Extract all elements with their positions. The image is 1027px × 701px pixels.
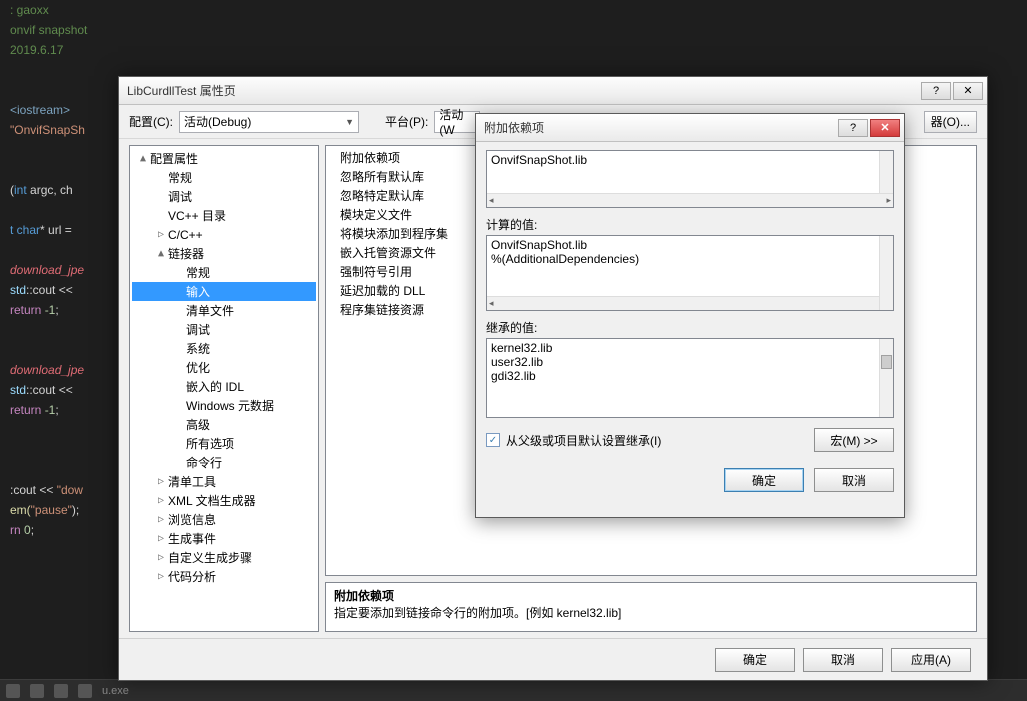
desc-body: 指定要添加到链接命令行的附加项。[例如 kernel32.lib] (334, 604, 968, 621)
inherited-values-list: kernel32.lib user32.lib gdi32.lib (486, 338, 894, 418)
scrollbar-vertical[interactable] (879, 151, 893, 193)
close-button[interactable]: ✕ (870, 119, 900, 137)
tree-linker-manifest[interactable]: 清单文件 (132, 301, 316, 320)
tree-linker-opt[interactable]: 优化 (132, 358, 316, 377)
config-dropdown[interactable]: 活动(Debug)▼ (179, 111, 359, 133)
tree-linker-idl[interactable]: 嵌入的 IDL (132, 377, 316, 396)
tree-linker-debug[interactable]: 调试 (132, 320, 316, 339)
scrollbar-horizontal[interactable] (487, 193, 893, 207)
tree-linker[interactable]: ▲链接器 (132, 244, 316, 263)
tree-general[interactable]: 常规 (132, 168, 316, 187)
tree-linker-system[interactable]: 系统 (132, 339, 316, 358)
config-manager-button[interactable]: 器(O)... (924, 111, 977, 133)
tree-linker-winmd[interactable]: Windows 元数据 (132, 396, 316, 415)
cancel-button[interactable]: 取消 (803, 648, 883, 672)
description-box: 附加依赖项 指定要添加到链接命令行的附加项。[例如 kernel32.lib] (325, 582, 977, 632)
tree-manifest-tool[interactable]: ▷清单工具 (132, 472, 316, 491)
inherit-checkbox[interactable]: ✓ (486, 433, 500, 447)
inherit-label: 从父级或项目默认设置继承(I) (506, 432, 661, 449)
status-icon (54, 684, 68, 698)
tree-linker-adv[interactable]: 高级 (132, 415, 316, 434)
tree-build[interactable]: ▷生成事件 (132, 529, 316, 548)
status-bar: u.exe (0, 679, 1027, 701)
tree-ccpp[interactable]: ▷C/C++ (132, 225, 316, 244)
platform-label: 平台(P): (385, 113, 428, 130)
calculated-values-list: OnvifSnapShot.lib %(AdditionalDependenci… (486, 235, 894, 311)
tree-custom[interactable]: ▷自定义生成步骤 (132, 548, 316, 567)
macros-button[interactable]: 宏(M) >> (814, 428, 894, 452)
calc-label: 计算的值: (486, 216, 894, 233)
additional-deps-dialog: 附加依赖项 ? ✕ OnvifSnapShot.lib 计算的值: OnvifS… (475, 113, 905, 518)
titlebar[interactable]: 附加依赖项 ? ✕ (476, 114, 904, 142)
ok-button[interactable]: 确定 (724, 468, 804, 492)
list-item: OnvifSnapShot.lib (491, 238, 889, 252)
status-icon (6, 684, 20, 698)
dialog-title: 附加依赖项 (484, 119, 838, 136)
status-text: u.exe (102, 685, 129, 697)
inherited-label: 继承的值: (486, 319, 894, 336)
tree-linker-cmd[interactable]: 命令行 (132, 453, 316, 472)
list-item: %(AdditionalDependencies) (491, 252, 889, 266)
help-button[interactable]: ? (838, 119, 868, 137)
list-item: kernel32.lib (491, 341, 889, 355)
ok-button[interactable]: 确定 (715, 648, 795, 672)
desc-title: 附加依赖项 (334, 587, 968, 604)
tree-code-analysis[interactable]: ▷代码分析 (132, 567, 316, 586)
tree-xml[interactable]: ▷XML 文档生成器 (132, 491, 316, 510)
tree-linker-general[interactable]: 常规 (132, 263, 316, 282)
apply-button[interactable]: 应用(A) (891, 648, 971, 672)
scrollbar-vertical[interactable] (879, 339, 893, 417)
status-icon (78, 684, 92, 698)
scrollbar-horizontal[interactable] (487, 296, 893, 310)
dialog-title: LibCurdllTest 属性页 (127, 82, 921, 99)
status-icon (30, 684, 44, 698)
tree-browse[interactable]: ▷浏览信息 (132, 510, 316, 529)
platform-dropdown[interactable]: 活动(W (434, 111, 480, 133)
titlebar[interactable]: LibCurdllTest 属性页 ? ✕ (119, 77, 987, 105)
list-item: user32.lib (491, 355, 889, 369)
category-tree[interactable]: ▲配置属性 常规 调试 VC++ 目录 ▷C/C++ ▲链接器 常规 输入 清单… (129, 145, 319, 632)
deps-input[interactable]: OnvifSnapShot.lib (486, 150, 894, 208)
close-button[interactable]: ✕ (953, 82, 983, 100)
tree-linker-all[interactable]: 所有选项 (132, 434, 316, 453)
tree-root[interactable]: ▲配置属性 (132, 149, 316, 168)
tree-vcdir[interactable]: VC++ 目录 (132, 206, 316, 225)
help-button[interactable]: ? (921, 82, 951, 100)
cancel-button[interactable]: 取消 (814, 468, 894, 492)
list-item: gdi32.lib (491, 369, 889, 383)
tree-linker-input[interactable]: 输入 (132, 282, 316, 301)
config-label: 配置(C): (129, 113, 173, 130)
tree-debug[interactable]: 调试 (132, 187, 316, 206)
scrollbar-vertical[interactable] (879, 236, 893, 310)
